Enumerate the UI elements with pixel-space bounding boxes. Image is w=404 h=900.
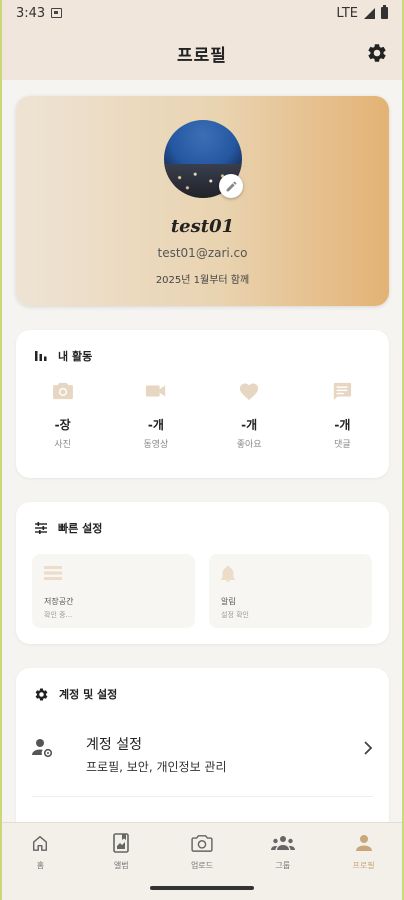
stat-value: -개 xyxy=(334,418,351,432)
stat-value: -장 xyxy=(54,418,71,432)
account-settings-row-subtitle: 프로필, 보안, 개인정보 관리 xyxy=(86,760,227,774)
username: test01 xyxy=(170,216,235,237)
tune-icon xyxy=(35,522,47,534)
stat-value: -개 xyxy=(147,418,164,432)
home-icon xyxy=(33,835,48,851)
list-icon xyxy=(44,566,62,580)
profile-content[interactable]: test01 test01@zari.co 2025년 1월부터 함께 내 활동 xyxy=(0,80,404,822)
gesture-area xyxy=(0,878,404,900)
nav-profile[interactable]: 프로필 xyxy=(323,823,404,878)
page-title: 프로필 xyxy=(177,45,227,66)
storage-subtitle: 확인 중... xyxy=(44,611,73,619)
nav-label: 그룹 xyxy=(275,861,291,870)
gear-icon xyxy=(35,688,48,700)
stat-comments[interactable]: -개 댓글 xyxy=(296,380,389,450)
activity-card: 내 활동 -장 사진 -개 동영상 -개 좋아요 -개 댓글 xyxy=(16,330,389,478)
network-type: LTE xyxy=(336,5,358,21)
stat-likes[interactable]: -개 좋아요 xyxy=(203,380,296,450)
stat-videos[interactable]: -개 동영상 xyxy=(109,380,202,450)
video-icon xyxy=(145,385,166,397)
home-gesture-bar[interactable] xyxy=(150,886,254,890)
stat-label: 동영상 xyxy=(143,440,169,450)
bottom-nav: 홈 앨범 업로드 그룹 프로필 xyxy=(0,822,404,878)
account-settings-card: 계정 및 설정 계정 설정 프로필, 보안, 개인정보 관리 xyxy=(16,668,389,822)
account-settings-title: 계정 및 설정 xyxy=(59,688,118,701)
stat-label: 댓글 xyxy=(334,440,351,450)
stat-photos[interactable]: -장 사진 xyxy=(16,380,109,450)
status-time: 3:43 xyxy=(16,5,46,21)
storage-title: 저장공간 xyxy=(44,597,74,606)
manage-account-icon xyxy=(32,739,53,758)
activity-header: 내 활동 xyxy=(34,348,92,364)
nav-label: 업로드 xyxy=(190,861,214,870)
profile-card: test01 test01@zari.co 2025년 1월부터 함께 xyxy=(16,96,389,306)
group-icon xyxy=(270,836,295,850)
account-settings-row[interactable]: 계정 설정 프로필, 보안, 개인정보 관리 xyxy=(16,728,389,790)
account-settings-row-title: 계정 설정 xyxy=(86,737,142,753)
signal-icon xyxy=(364,7,375,19)
notification-subtitle: 설정 확인 xyxy=(221,611,249,619)
heart-icon xyxy=(240,383,259,401)
nav-group[interactable]: 그룹 xyxy=(242,823,323,878)
nav-label: 홈 xyxy=(36,861,45,870)
person-icon xyxy=(355,835,372,851)
notification-tile[interactable]: 알림 설정 확인 xyxy=(209,554,372,628)
comment-icon xyxy=(334,382,352,401)
notification-title: 알림 xyxy=(221,597,236,606)
settings-button[interactable] xyxy=(364,40,390,66)
stat-value: -개 xyxy=(241,418,258,432)
camera-icon xyxy=(191,835,213,852)
quick-settings-title: 빠른 설정 xyxy=(58,522,103,535)
bar-chart-icon xyxy=(35,351,47,361)
nav-album[interactable]: 앨범 xyxy=(81,823,162,878)
app-header: 프로필 xyxy=(0,26,404,80)
pencil-icon xyxy=(226,181,236,191)
user-email: test01@zari.co xyxy=(157,246,248,260)
divider xyxy=(32,796,373,797)
camera-icon xyxy=(52,382,73,400)
joined-date: 2025년 1월부터 함께 xyxy=(155,275,250,286)
account-settings-header: 계정 및 설정 xyxy=(34,686,117,702)
nav-upload[interactable]: 업로드 xyxy=(162,823,243,878)
battery-icon xyxy=(381,5,388,19)
edit-avatar-button[interactable] xyxy=(219,174,243,198)
gear-icon xyxy=(368,44,386,62)
chevron-right-icon xyxy=(364,741,373,755)
quick-settings-card: 빠른 설정 저장공간 확인 중... 알림 설정 확인 xyxy=(16,502,389,644)
stat-label: 좋아요 xyxy=(236,440,262,450)
nav-label: 앨범 xyxy=(113,861,129,870)
bell-icon xyxy=(221,566,235,582)
nav-label: 프로필 xyxy=(352,861,375,870)
storage-tile[interactable]: 저장공간 확인 중... xyxy=(32,554,195,628)
nav-home[interactable]: 홈 xyxy=(0,823,81,878)
status-bar: 3:43 LTE xyxy=(0,0,404,26)
activity-title: 내 활동 xyxy=(58,350,93,363)
quick-settings-header: 빠른 설정 xyxy=(34,520,102,536)
sim-icon xyxy=(51,8,63,18)
stat-label: 사진 xyxy=(54,440,71,450)
album-icon xyxy=(113,833,129,853)
